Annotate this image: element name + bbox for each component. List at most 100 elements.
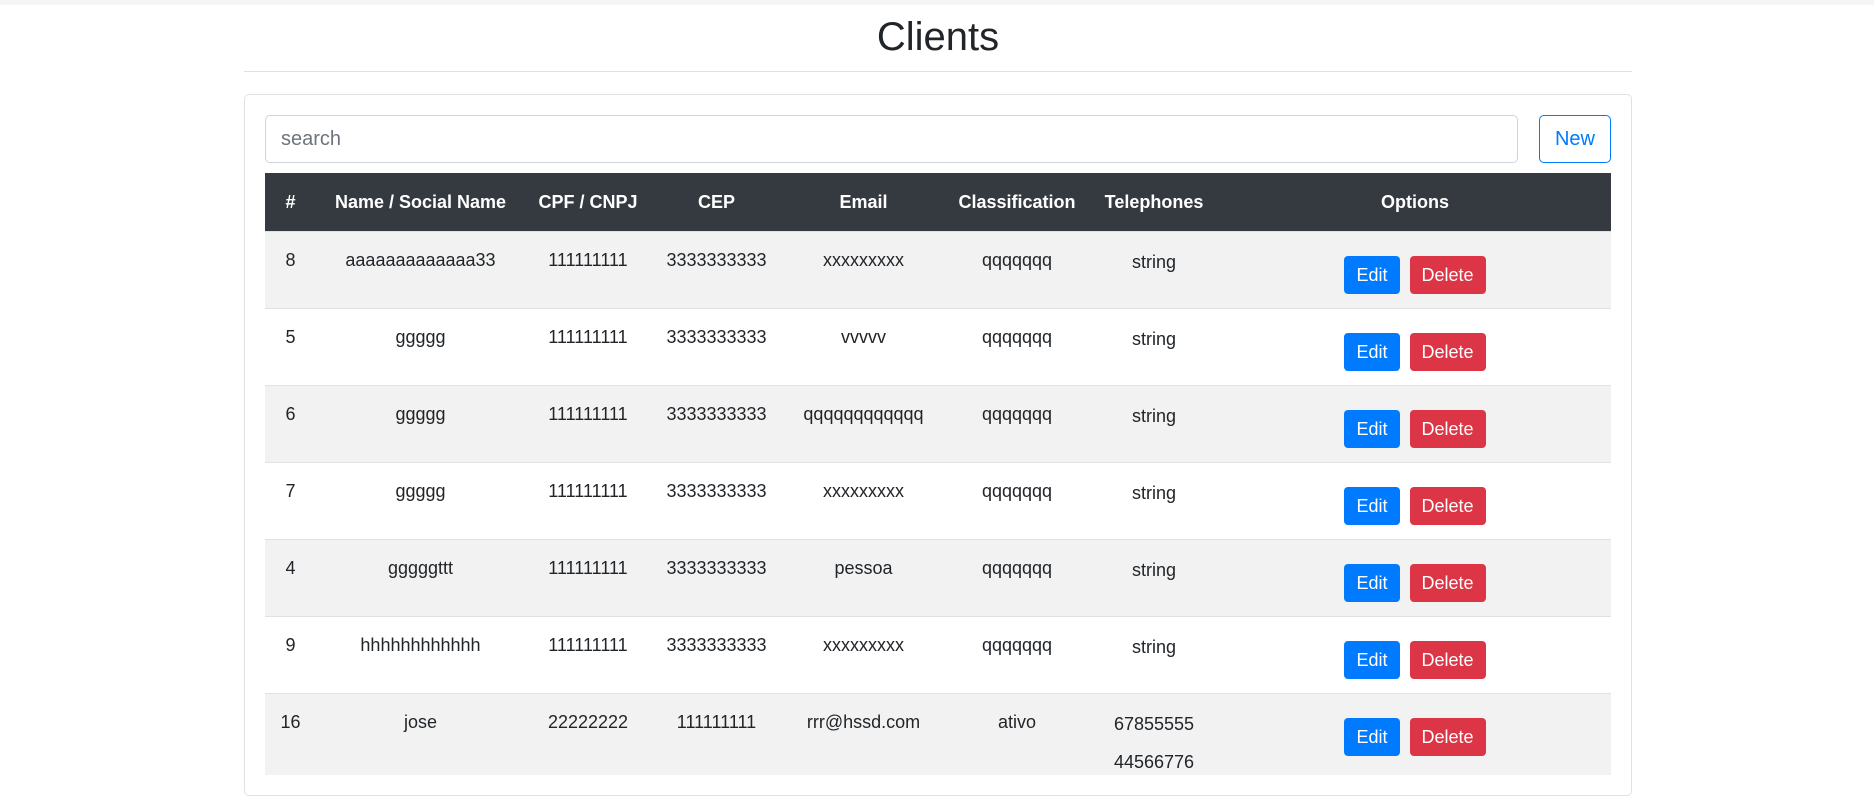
- cell-options: Edit Delete: [1219, 308, 1611, 386]
- delete-button[interactable]: Delete: [1409, 333, 1486, 371]
- edit-button[interactable]: Edit: [1344, 333, 1400, 371]
- cell-cpf-cnpj: 111111111: [525, 616, 651, 694]
- edit-button[interactable]: Edit: [1344, 410, 1400, 448]
- edit-button[interactable]: Edit: [1344, 718, 1400, 756]
- delete-button[interactable]: Delete: [1409, 256, 1486, 294]
- clients-card: New # Name / Social Name CPF / CNPJ CEP …: [244, 94, 1632, 796]
- cell-telephones: string: [1089, 231, 1219, 309]
- cell-telephones: string: [1089, 539, 1219, 617]
- cell-cep: 3333333333: [651, 308, 782, 386]
- table-row: 9 hhhhhhhhhhhh 111111111 3333333333 xxxx…: [265, 616, 1611, 694]
- cell-name: aaaaaaaaaaaaa33: [316, 231, 525, 309]
- table-row: 5 ggggg 111111111 3333333333 vvvvv qqqqq…: [265, 308, 1611, 386]
- toolbar: New: [265, 115, 1611, 163]
- cell-id: 7: [265, 462, 316, 540]
- cell-name: hhhhhhhhhhhh: [316, 616, 525, 694]
- cell-name: ggggg: [316, 462, 525, 540]
- cell-telephones: 67855555 44566776: [1089, 693, 1219, 775]
- clients-table: # Name / Social Name CPF / CNPJ CEP Emai…: [265, 173, 1611, 775]
- search-input[interactable]: [265, 115, 1518, 163]
- cell-id: 6: [265, 385, 316, 463]
- cell-options: Edit Delete: [1219, 539, 1611, 617]
- column-header-telephones: Telephones: [1089, 173, 1219, 232]
- page-title: Clients: [876, 15, 1000, 59]
- row-actions: Edit Delete: [1220, 641, 1610, 679]
- table-row: 6 ggggg 111111111 3333333333 qqqqqqqqqqq…: [265, 385, 1611, 463]
- column-header-name: Name / Social Name: [316, 173, 525, 232]
- cell-id: 5: [265, 308, 316, 386]
- table-header-row: # Name / Social Name CPF / CNPJ CEP Emai…: [265, 173, 1611, 232]
- cell-telephones: string: [1089, 308, 1219, 386]
- column-header-id: #: [265, 173, 316, 232]
- delete-button[interactable]: Delete: [1409, 641, 1486, 679]
- cell-name: jose: [316, 693, 525, 775]
- cell-email: pessoa: [782, 539, 945, 617]
- cell-cpf-cnpj: 111111111: [525, 462, 651, 540]
- table-row: 7 ggggg 111111111 3333333333 xxxxxxxxx q…: [265, 462, 1611, 540]
- cell-options: Edit Delete: [1219, 231, 1611, 309]
- table-row: 4 gggggttt 111111111 3333333333 pessoa q…: [265, 539, 1611, 617]
- column-header-classification: Classification: [945, 173, 1089, 232]
- cell-classification: ativo: [945, 693, 1089, 775]
- row-actions: Edit Delete: [1220, 564, 1610, 602]
- cell-email: rrr@hssd.com: [782, 693, 945, 775]
- delete-button[interactable]: Delete: [1409, 718, 1486, 756]
- telephone-value: 44566776: [1113, 752, 1195, 772]
- row-actions: Edit Delete: [1220, 333, 1610, 371]
- cell-id: 4: [265, 539, 316, 617]
- delete-button[interactable]: Delete: [1409, 564, 1486, 602]
- row-actions: Edit Delete: [1220, 718, 1610, 756]
- new-client-button[interactable]: New: [1539, 115, 1611, 163]
- delete-button[interactable]: Delete: [1409, 410, 1486, 448]
- cell-options: Edit Delete: [1219, 693, 1611, 775]
- telephone-value: string: [1131, 560, 1176, 580]
- cell-classification: qqqqqqq: [945, 462, 1089, 540]
- edit-button[interactable]: Edit: [1344, 641, 1400, 679]
- page-container: Clients New # Name / Social Name CPF / C…: [244, 5, 1632, 796]
- column-header-email: Email: [782, 173, 945, 232]
- cell-cpf-cnpj: 111111111: [525, 539, 651, 617]
- cell-email: vvvvv: [782, 308, 945, 386]
- edit-button[interactable]: Edit: [1344, 256, 1400, 294]
- cell-classification: qqqqqqq: [945, 539, 1089, 617]
- cell-options: Edit Delete: [1219, 616, 1611, 694]
- cell-cep: 3333333333: [651, 231, 782, 309]
- cell-cpf-cnpj: 111111111: [525, 231, 651, 309]
- cell-id: 8: [265, 231, 316, 309]
- cell-cep: 111111111: [651, 693, 782, 775]
- cell-cep: 3333333333: [651, 462, 782, 540]
- table-row: 16 jose 22222222 111111111 rrr@hssd.com …: [265, 693, 1611, 775]
- row-actions: Edit Delete: [1220, 410, 1610, 448]
- table-row: 8 aaaaaaaaaaaaa33 111111111 3333333333 x…: [265, 231, 1611, 309]
- cell-options: Edit Delete: [1219, 462, 1611, 540]
- cell-email: qqqqqqqqqqqq: [782, 385, 945, 463]
- telephone-value: string: [1131, 252, 1176, 272]
- cell-cep: 3333333333: [651, 385, 782, 463]
- cell-id: 9: [265, 616, 316, 694]
- edit-button[interactable]: Edit: [1344, 487, 1400, 525]
- cell-options: Edit Delete: [1219, 385, 1611, 463]
- cell-name: ggggg: [316, 385, 525, 463]
- edit-button[interactable]: Edit: [1344, 564, 1400, 602]
- cell-name: gggggttt: [316, 539, 525, 617]
- telephone-value: string: [1131, 637, 1176, 657]
- cell-id: 16: [265, 693, 316, 775]
- cell-cpf-cnpj: 22222222: [525, 693, 651, 775]
- row-actions: Edit Delete: [1220, 487, 1610, 525]
- title-divider: [244, 71, 1632, 72]
- cell-classification: qqqqqqq: [945, 385, 1089, 463]
- cell-cpf-cnpj: 111111111: [525, 308, 651, 386]
- delete-button[interactable]: Delete: [1409, 487, 1486, 525]
- cell-email: xxxxxxxxx: [782, 231, 945, 309]
- telephone-value: string: [1131, 406, 1176, 426]
- cell-cep: 3333333333: [651, 539, 782, 617]
- cell-name: ggggg: [316, 308, 525, 386]
- column-header-cpf-cnpj: CPF / CNPJ: [525, 173, 651, 232]
- cell-cpf-cnpj: 111111111: [525, 385, 651, 463]
- telephone-value: 67855555: [1113, 714, 1195, 734]
- cell-telephones: string: [1089, 616, 1219, 694]
- cell-cep: 3333333333: [651, 616, 782, 694]
- cell-classification: qqqqqqq: [945, 616, 1089, 694]
- cell-email: xxxxxxxxx: [782, 616, 945, 694]
- cell-classification: qqqqqqq: [945, 231, 1089, 309]
